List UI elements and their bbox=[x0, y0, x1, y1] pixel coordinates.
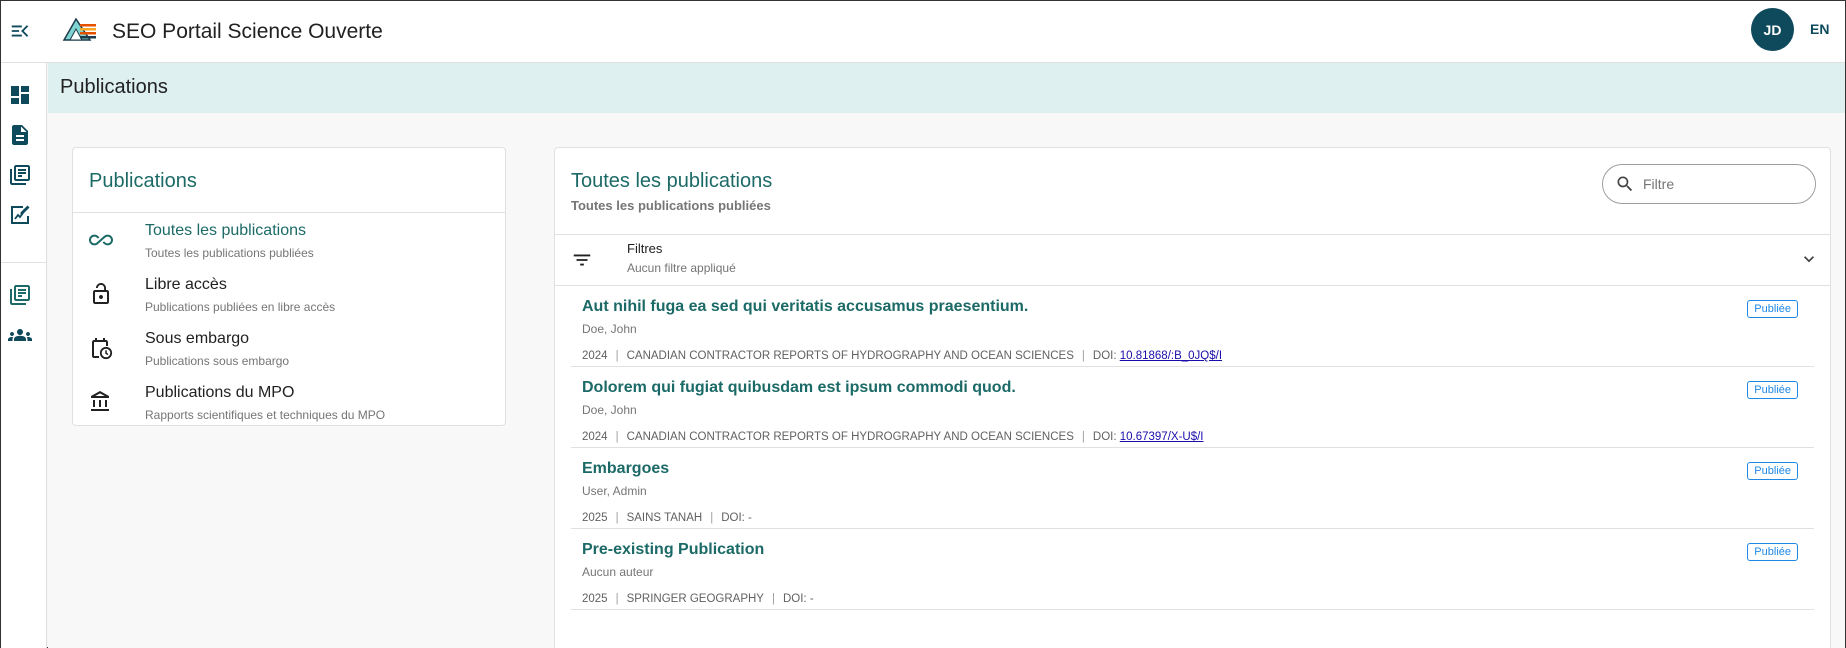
publication-authors: Aucun auteur bbox=[582, 565, 654, 579]
publication-journal: CANADIAN CONTRACTOR REPORTS OF HYDROGRAP… bbox=[626, 350, 1074, 362]
nav-item-embargo[interactable]: Sous embargo Publications sous embargo bbox=[73, 326, 505, 378]
publication-title[interactable]: Aut nihil fuga ea sed qui veritatis accu… bbox=[582, 298, 1028, 316]
publication-item: Pre-existing Publication Aucun auteur 20… bbox=[571, 529, 1814, 610]
publication-authors: User, Admin bbox=[582, 484, 647, 498]
nav-item-subtitle: Publications publiées en libre accès bbox=[145, 300, 336, 314]
nav-item-dfo-publications[interactable]: Publications du MPO Rapports scientifiqu… bbox=[73, 380, 505, 432]
status-badge: Publiée bbox=[1747, 300, 1798, 318]
publication-authors: Doe, John bbox=[582, 403, 637, 417]
publication-journal: SAINS TANAH bbox=[626, 512, 703, 524]
doi-link[interactable]: 10.67397/X-U$/I bbox=[1120, 431, 1204, 443]
list-subtitle: Toutes les publications publiées bbox=[571, 198, 771, 213]
portal-logo[interactable] bbox=[62, 16, 98, 42]
top-app-bar: SEO Portail Science Ouverte JD EN bbox=[1, 1, 1845, 63]
publication-meta: 2024 | CANADIAN CONTRACTOR REPORTS OF HYDR… bbox=[582, 350, 1223, 362]
menu-collapse-icon[interactable] bbox=[9, 20, 31, 42]
doi-label: DOI: bbox=[1092, 431, 1117, 443]
publication-title[interactable]: Dolorem qui fugiat quibusdam est ipsum c… bbox=[582, 379, 1016, 397]
nav-item-subtitle: Publications sous embargo bbox=[145, 354, 290, 368]
publication-year: 2024 bbox=[582, 350, 608, 362]
chevron-down-icon[interactable] bbox=[1799, 249, 1819, 269]
publications-list-card: Toutes les publications Toutes les publi… bbox=[554, 147, 1831, 648]
nav-item-subtitle: Toutes les publications publiées bbox=[145, 246, 314, 260]
app-title: SEO Portail Science Ouverte bbox=[112, 20, 383, 43]
doi-link[interactable]: 10.81868/:B_0JQ$/I bbox=[1120, 350, 1222, 362]
nav-item-all-publications[interactable]: Toutes les publications Toutes les publi… bbox=[73, 218, 505, 270]
publication-year: 2025 bbox=[582, 593, 608, 605]
publication-title[interactable]: Embargoes bbox=[582, 460, 669, 478]
publication-meta: 2024 | CANADIAN CONTRACTOR REPORTS OF HYDR… bbox=[582, 431, 1204, 443]
nav-item-subtitle: Rapports scientifiques et techniques du … bbox=[145, 408, 386, 422]
publication-journal: CANADIAN CONTRACTOR REPORTS OF HYDROGRAP… bbox=[626, 431, 1074, 443]
calendar-clock-icon bbox=[92, 338, 113, 360]
divider bbox=[73, 212, 505, 213]
doi-label: DOI: - bbox=[721, 512, 752, 524]
publication-journal: SPRINGER GEOGRAPHY bbox=[626, 593, 764, 605]
filters-label: Filtres bbox=[627, 241, 663, 256]
nav-item-open-access[interactable]: Libre accès Publications publiées en lib… bbox=[73, 272, 505, 324]
publication-authors: Doe, John bbox=[582, 322, 637, 336]
status-badge: Publiée bbox=[1747, 462, 1798, 480]
lock-open-icon bbox=[93, 283, 109, 304]
language-toggle[interactable]: EN bbox=[1810, 21, 1829, 37]
publications-nav-card: Publications Toutes les publications Tou… bbox=[72, 147, 506, 426]
publication-title[interactable]: Pre-existing Publication bbox=[582, 541, 764, 559]
newspaper-icon[interactable] bbox=[8, 163, 32, 187]
filters-status: Aucun filtre appliqué bbox=[627, 261, 736, 275]
doi-label: DOI: - bbox=[782, 593, 814, 605]
navigation-rail bbox=[1, 63, 47, 648]
page-header: Publications bbox=[48, 63, 1845, 113]
user-avatar[interactable]: JD bbox=[1751, 8, 1794, 51]
groups-icon[interactable] bbox=[8, 323, 32, 347]
filter-input[interactable] bbox=[1643, 173, 1803, 195]
report-edit-icon[interactable] bbox=[8, 203, 32, 227]
list-title: Toutes les publications bbox=[571, 170, 773, 192]
filters-expander[interactable]: Filtres Aucun filtre appliqué bbox=[555, 234, 1830, 286]
page-title: Publications bbox=[60, 76, 168, 98]
dashboard-icon[interactable] bbox=[8, 83, 32, 107]
publication-item: Dolorem qui fugiat quibusdam est ipsum c… bbox=[571, 367, 1814, 448]
infinity-icon bbox=[89, 234, 113, 246]
bank-icon bbox=[91, 391, 109, 411]
filter-search bbox=[1602, 164, 1816, 204]
rail-divider bbox=[1, 262, 47, 263]
publication-year: 2024 bbox=[582, 431, 608, 443]
nav-card-title: Publications bbox=[89, 170, 197, 192]
publication-year: 2025 bbox=[582, 512, 608, 524]
publications-icon[interactable] bbox=[8, 283, 32, 307]
nav-item-label: Libre accès bbox=[145, 276, 227, 293]
doi-label: DOI: bbox=[1092, 350, 1117, 362]
nav-item-label: Publications du MPO bbox=[145, 384, 295, 401]
filter-list-icon bbox=[573, 254, 591, 266]
status-badge: Publiée bbox=[1747, 381, 1798, 399]
publication-meta: 2025 | SAINS TANAH | DOI: - bbox=[582, 512, 752, 524]
publication-item: Aut nihil fuga ea sed qui veritatis accu… bbox=[571, 286, 1814, 367]
search-icon bbox=[1617, 176, 1633, 192]
nav-item-label: Sous embargo bbox=[145, 330, 250, 347]
status-badge: Publiée bbox=[1747, 543, 1798, 561]
nav-item-label: Toutes les publications bbox=[145, 222, 306, 239]
publication-meta: 2025 | SPRINGER GEOGRAPHY | DOI: - bbox=[582, 593, 814, 605]
document-icon[interactable] bbox=[8, 123, 32, 147]
publication-item: Embargoes User, Admin 2025 | SAINS TANAH | D… bbox=[571, 448, 1814, 529]
main-content: Publications Toutes les publications Tou… bbox=[48, 113, 1845, 648]
